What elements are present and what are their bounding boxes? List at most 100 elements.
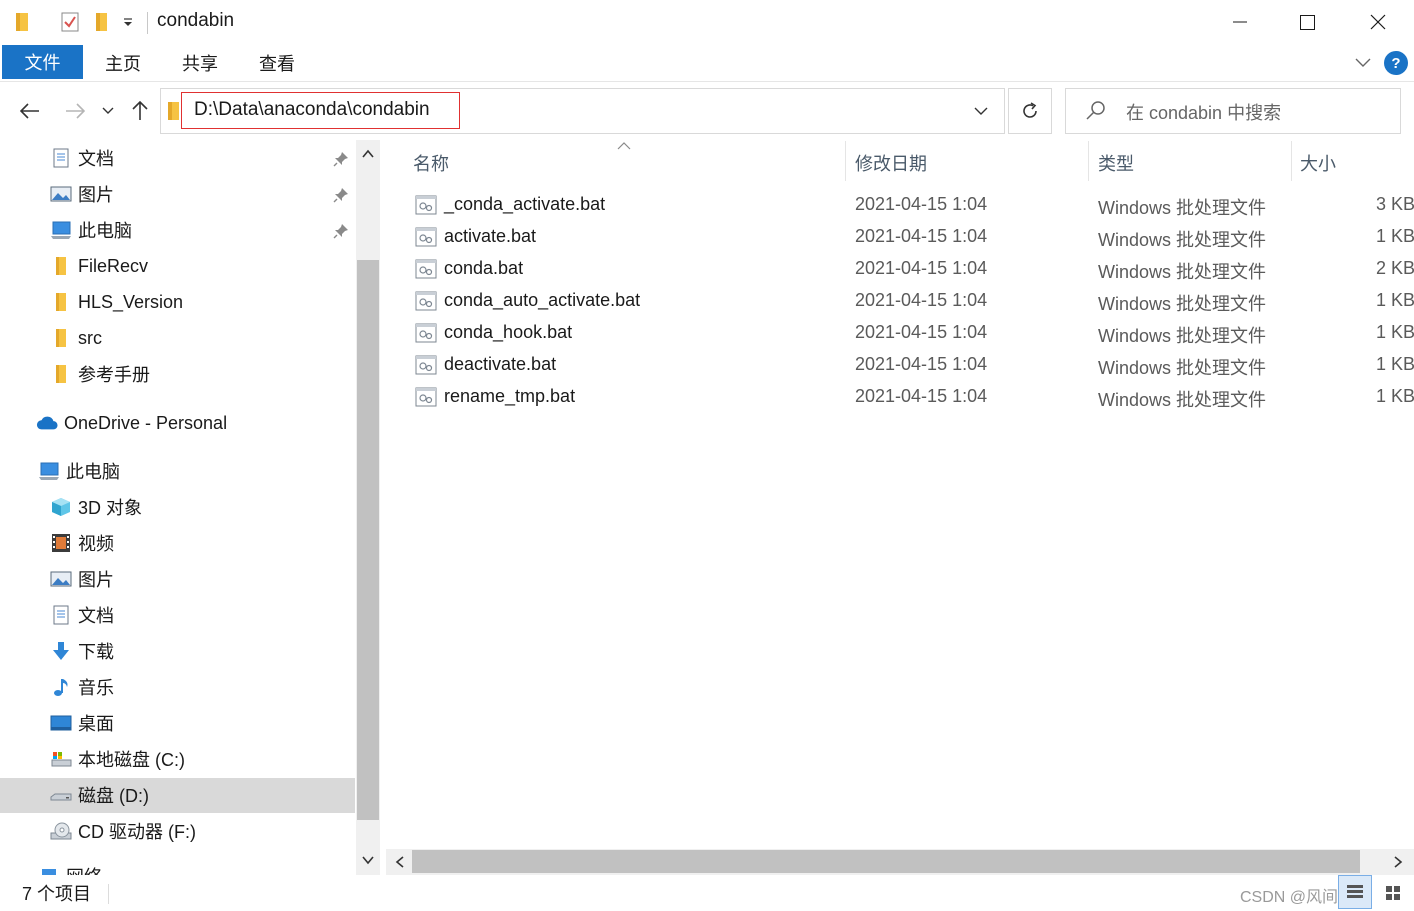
nav-item-label: 下载 (78, 642, 114, 662)
pin-icon[interactable] (333, 223, 351, 241)
column-divider[interactable] (845, 141, 846, 181)
nav-item-pictures-pc[interactable]: 图片 (50, 561, 114, 597)
nav-item-music[interactable]: 音乐 (50, 669, 114, 705)
chevron-up-icon[interactable] (360, 146, 376, 162)
forward-button[interactable] (60, 96, 90, 126)
nav-item-this-pc-root[interactable]: 此电脑 (38, 453, 120, 489)
properties-icon[interactable] (58, 10, 82, 34)
column-divider[interactable] (1088, 141, 1089, 181)
file-row[interactable]: conda_hook.bat 2021-04-15 1:04 Windows 批处理… (410, 318, 1414, 350)
file-name: deactivate.bat (444, 354, 557, 374)
nav-item-src[interactable]: src (50, 320, 102, 356)
network-icon (38, 865, 60, 875)
drive-icon (50, 748, 72, 770)
tab-file[interactable]: 文件 (2, 45, 83, 79)
batch-file-icon (415, 259, 437, 281)
back-button[interactable] (15, 96, 45, 126)
pin-icon[interactable] (333, 151, 351, 169)
column-divider[interactable] (1291, 141, 1292, 181)
column-header-date[interactable]: 修改日期 (855, 150, 927, 176)
nav-item-cd-drive-f[interactable]: CD 驱动器 (F:) (50, 813, 196, 849)
file-name: _conda_activate.bat (444, 194, 606, 214)
window-title: condabin (157, 10, 235, 31)
nav-item-label: OneDrive - Personal (64, 412, 228, 433)
chevron-right-icon[interactable] (1390, 854, 1406, 870)
nav-item-reference-manual[interactable]: 参考手册 (50, 356, 150, 392)
nav-item-disk-d[interactable]: 磁盘 (D:) (50, 777, 149, 813)
nav-item-desktop[interactable]: 桌面 (50, 705, 114, 741)
file-name: activate.bat (444, 226, 537, 246)
details-view-button[interactable] (1338, 875, 1372, 909)
nav-item-local-disk-c[interactable]: 本地磁盘 (C:) (50, 741, 185, 777)
file-row[interactable]: activate.bat 2021-04-15 1:04 Windows 批处理文件… (410, 222, 1414, 254)
column-header-name[interactable]: 名称 (413, 150, 449, 176)
chevron-down-icon[interactable] (360, 852, 376, 868)
nav-item-onedrive[interactable]: OneDrive - Personal (36, 405, 227, 441)
file-type: Windows 批处理文件 (1098, 326, 1267, 346)
nav-item-label: 图片 (78, 570, 114, 590)
file-type: Windows 批处理文件 (1098, 262, 1267, 282)
chevron-left-icon[interactable] (392, 854, 408, 870)
file-size: 1 KB (1376, 322, 1414, 342)
file-type: Windows 批处理文件 (1098, 198, 1267, 218)
nav-item-label: src (78, 327, 102, 348)
nav-item-label: 视频 (78, 534, 114, 554)
nav-item-3d-objects[interactable]: 3D 对象 (50, 489, 142, 525)
nav-item-documents[interactable]: 文档 (50, 140, 114, 176)
up-button[interactable] (125, 96, 155, 126)
batch-file-icon (415, 355, 437, 377)
file-row[interactable]: deactivate.bat 2021-04-15 1:04 Windows 批处理… (410, 350, 1414, 382)
column-header-type[interactable]: 类型 (1098, 150, 1134, 176)
column-header-size[interactable]: 大小 (1300, 150, 1336, 176)
file-size: 3 KB (1376, 194, 1414, 214)
close-button[interactable] (1343, 0, 1413, 44)
search-placeholder[interactable]: 在 condabin 中搜索 (1126, 99, 1281, 125)
file-modified-date: 2021-04-15 1:04 (855, 194, 988, 214)
nav-item-pictures[interactable]: 图片 (50, 176, 114, 212)
ribbon: 文件 主页 共享 查看 ? (0, 44, 1414, 82)
nav-item-videos[interactable]: 视频 (50, 525, 114, 561)
large-icons-view-button[interactable] (1378, 878, 1408, 908)
file-row[interactable]: rename_tmp.bat 2021-04-15 1:04 Windows 批处理… (410, 382, 1414, 414)
batch-file-icon (415, 387, 437, 409)
sort-ascending-icon (616, 138, 632, 150)
tab-home[interactable]: 主页 (105, 50, 141, 76)
title-separator (147, 12, 148, 34)
nav-item-network[interactable]: 网络 (38, 858, 102, 875)
refresh-button[interactable] (1008, 88, 1052, 134)
expand-ribbon-icon[interactable] (1354, 53, 1372, 71)
file-size: 1 KB (1376, 386, 1414, 406)
folder-icon (50, 363, 72, 385)
file-type: Windows 批处理文件 (1098, 294, 1267, 314)
file-row[interactable]: conda_auto_activate.bat 2021-04-15 1:04 Wi… (410, 286, 1414, 318)
nav-item-downloads[interactable]: 下载 (50, 633, 114, 669)
nav-scrollbar-thumb[interactable] (357, 260, 379, 820)
batch-file-icon (415, 291, 437, 313)
file-modified-date: 2021-04-15 1:04 (855, 290, 988, 310)
file-name: rename_tmp.bat (444, 386, 576, 406)
pin-icon[interactable] (333, 187, 351, 205)
document-icon (50, 604, 72, 626)
customize-toolbar-icon[interactable] (120, 10, 136, 34)
minimize-button[interactable] (1205, 0, 1275, 44)
file-row[interactable]: _conda_activate.bat 2021-04-15 1:04 Window… (410, 190, 1414, 222)
nav-item-hls-version[interactable]: HLS_Version (50, 284, 183, 320)
maximize-button[interactable] (1272, 0, 1342, 44)
address-path[interactable]: D:\Data\anaconda\condabin (194, 99, 430, 121)
new-folder-icon[interactable] (92, 10, 112, 34)
nav-item-this-pc[interactable]: 此电脑 (50, 212, 132, 248)
tab-view[interactable]: 查看 (259, 50, 295, 76)
nav-item-filerecv[interactable]: FileRecv (50, 248, 148, 284)
nav-item-documents-pc[interactable]: 文档 (50, 597, 114, 633)
help-button[interactable]: ? (1384, 51, 1408, 75)
recent-locations-button[interactable] (96, 96, 120, 126)
tab-share[interactable]: 共享 (182, 50, 218, 76)
file-row[interactable]: conda.bat 2021-04-15 1:04 Windows 批处理文件 2 K… (410, 254, 1414, 286)
nav-item-label: FileRecv (78, 255, 149, 276)
download-icon (50, 640, 72, 662)
address-dropdown-icon[interactable] (970, 100, 992, 122)
file-list-scrollbar-thumb[interactable] (412, 850, 1360, 873)
3d-objects-icon (50, 496, 72, 518)
pictures-icon (50, 568, 72, 590)
file-size: 1 KB (1376, 290, 1414, 310)
